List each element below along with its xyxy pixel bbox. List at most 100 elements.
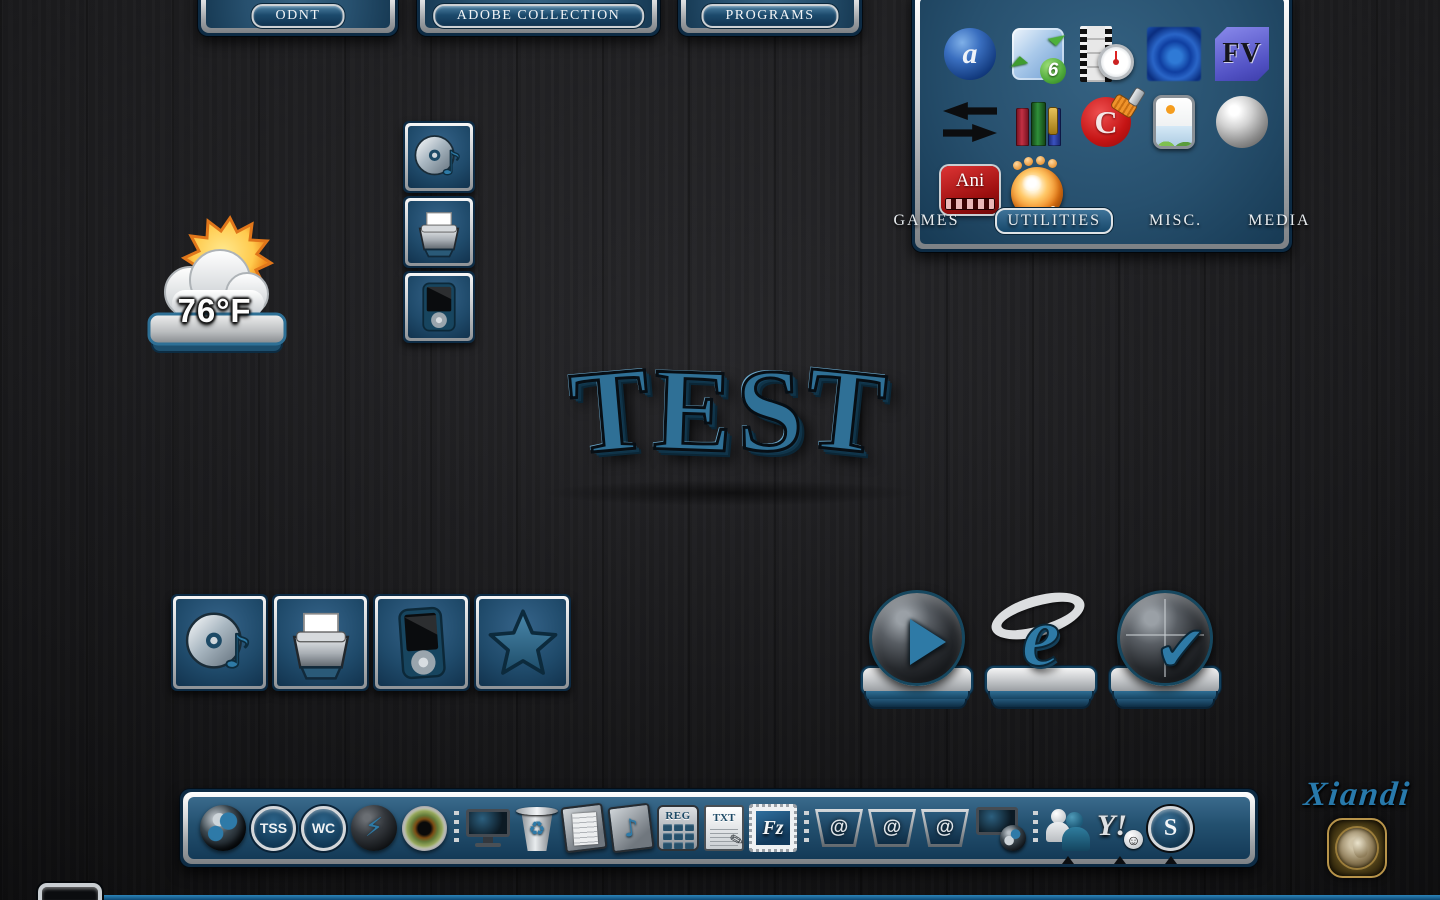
- media-player-glyph: [411, 279, 467, 335]
- yahoo-messenger-icon[interactable]: Y! ☺: [1097, 805, 1143, 851]
- odnt-button[interactable]: ODNT: [252, 4, 345, 28]
- envelope-inner: @: [924, 812, 966, 844]
- music-cd-icon[interactable]: ♪: [171, 594, 268, 691]
- silver-sphere-icon[interactable]: [1212, 90, 1272, 154]
- monitor-icon[interactable]: [465, 805, 511, 851]
- stopwatch-icon: [1098, 44, 1134, 80]
- app-icon-grid: a 6: [920, 0, 1284, 222]
- orb-sphere: [869, 590, 965, 686]
- network-monitor-icon[interactable]: [974, 805, 1026, 851]
- earth-globe-icon[interactable]: [200, 805, 246, 851]
- launcher-box-programs[interactable]: PROGRAMS: [678, 0, 862, 36]
- dock-separator: [1031, 811, 1039, 845]
- ccleaner-icon[interactable]: C: [1076, 90, 1136, 154]
- svg-text:♪: ♪: [222, 624, 252, 678]
- green-arrow-icon: [1048, 28, 1065, 46]
- amazon-sphere-icon[interactable]: a: [940, 22, 1000, 86]
- printer-glyph: [282, 604, 360, 682]
- launcher-box-adobe[interactable]: ADOBE COLLECTION: [417, 0, 660, 36]
- launcher-box-body: PROGRAMS: [686, 0, 854, 28]
- network-monitor-shape: [974, 805, 1026, 851]
- mail-icon[interactable]: @: [868, 809, 916, 847]
- media-player-glyph: [383, 604, 461, 682]
- dock-separator: [452, 811, 460, 845]
- tab-utilities[interactable]: UTILITIES: [995, 208, 1113, 234]
- photo-viewer-icon[interactable]: [1144, 90, 1204, 154]
- frame-inner: [277, 599, 364, 686]
- film-stopwatch-shape: [1078, 26, 1134, 82]
- tss-badge: TSS: [251, 806, 296, 851]
- left-arrow-icon: [943, 102, 997, 120]
- ccleaner-letter: C: [1094, 104, 1117, 141]
- orb-tray-rim: [991, 699, 1091, 709]
- bottom-dock: TSS WC ⚡ ♻: [180, 789, 1258, 867]
- eye-shape: [402, 806, 447, 851]
- recycle-glyph: ♻: [516, 818, 558, 840]
- fractal-shape: [1147, 27, 1201, 81]
- frame-inner: [378, 599, 465, 686]
- tab-games[interactable]: GAMES: [883, 210, 969, 232]
- frame-inner: [479, 599, 566, 686]
- blue-fractal-icon[interactable]: [1144, 22, 1204, 86]
- film-stopwatch-icon[interactable]: [1076, 22, 1136, 86]
- app-drawer-panel: a 6: [912, 0, 1292, 252]
- green-book: [1031, 102, 1046, 146]
- tab-misc[interactable]: MISC.: [1139, 210, 1212, 232]
- brush-handle: [1128, 88, 1144, 106]
- app-panel-tabs: GAMES UTILITIES MISC. MEDIA: [920, 208, 1284, 234]
- check-orb-icon[interactable]: ✔: [1106, 590, 1224, 710]
- frame-inner: [408, 201, 470, 263]
- corner-partial-icon[interactable]: [38, 883, 102, 900]
- printer-icon[interactable]: [403, 196, 475, 268]
- recycle-bin-icon[interactable]: ♻: [516, 805, 558, 851]
- winrar-books-icon[interactable]: [1008, 90, 1068, 154]
- internet-explorer-icon[interactable]: e: [982, 590, 1100, 710]
- txt-label: TXT: [713, 812, 736, 824]
- filezilla-icon[interactable]: Fz: [749, 804, 797, 852]
- documents-folder-icon[interactable]: [563, 805, 605, 851]
- skype-icon[interactable]: S: [1148, 806, 1193, 851]
- fv-viewer-icon[interactable]: FV: [1212, 22, 1272, 86]
- mail-icon[interactable]: @: [815, 809, 863, 847]
- dock-surface: TSS WC ⚡ ♻: [188, 797, 1250, 859]
- signature-block: Xiandi: [1282, 776, 1432, 878]
- tss-app-icon[interactable]: TSS: [251, 806, 296, 851]
- yahoo-letter: Y!: [1097, 809, 1127, 843]
- notepad-icon[interactable]: TXT ✎: [704, 805, 744, 851]
- messenger-buddies-icon[interactable]: [1044, 805, 1092, 851]
- launcher-box-body: ODNT: [206, 0, 390, 28]
- wc-badge: WC: [301, 806, 346, 851]
- swap-arrows-icon[interactable]: [940, 90, 1000, 154]
- photo-card-shape: [1153, 95, 1195, 149]
- music-cd-icon[interactable]: ♪: [403, 121, 475, 193]
- folder-shape: ♪: [607, 803, 654, 854]
- taskbar-edge-line[interactable]: [45, 895, 1440, 900]
- wc-app-icon[interactable]: WC: [301, 806, 346, 851]
- tab-media[interactable]: MEDIA: [1238, 210, 1320, 232]
- registry-icon[interactable]: REG: [657, 805, 699, 851]
- temperature-readout: 76°F: [178, 292, 252, 330]
- bin-lid: [516, 807, 558, 815]
- orb-tray-rim: [867, 699, 967, 709]
- ipod-icon[interactable]: [403, 271, 475, 343]
- eye-iris-icon[interactable]: [402, 806, 447, 851]
- mail-icon[interactable]: @: [921, 809, 969, 847]
- cd-note-glyph: ♪: [181, 604, 259, 682]
- ipod-nano-icon[interactable]: [373, 594, 470, 691]
- running-indicator: [1062, 856, 1074, 864]
- music-folder-icon[interactable]: ♪: [610, 805, 652, 851]
- programs-button[interactable]: PROGRAMS: [701, 4, 838, 28]
- video-converter-6-icon[interactable]: 6: [1008, 22, 1068, 86]
- converter-number: 6: [1040, 58, 1066, 84]
- envelope-inner: @: [871, 812, 913, 844]
- star-icon[interactable]: [474, 594, 571, 691]
- printer-icon[interactable]: [272, 594, 369, 691]
- adobe-collection-button[interactable]: ADOBE COLLECTION: [433, 4, 645, 28]
- stopwatch-knob: [1113, 59, 1119, 65]
- weather-widget[interactable]: 76°F: [146, 206, 292, 358]
- lightning-orb-icon[interactable]: ⚡: [351, 805, 397, 851]
- converter-shape: 6: [1012, 28, 1064, 80]
- launcher-box-odnt[interactable]: ODNT: [198, 0, 398, 36]
- reg-label: REG: [665, 810, 690, 822]
- play-orb-icon[interactable]: [858, 590, 976, 710]
